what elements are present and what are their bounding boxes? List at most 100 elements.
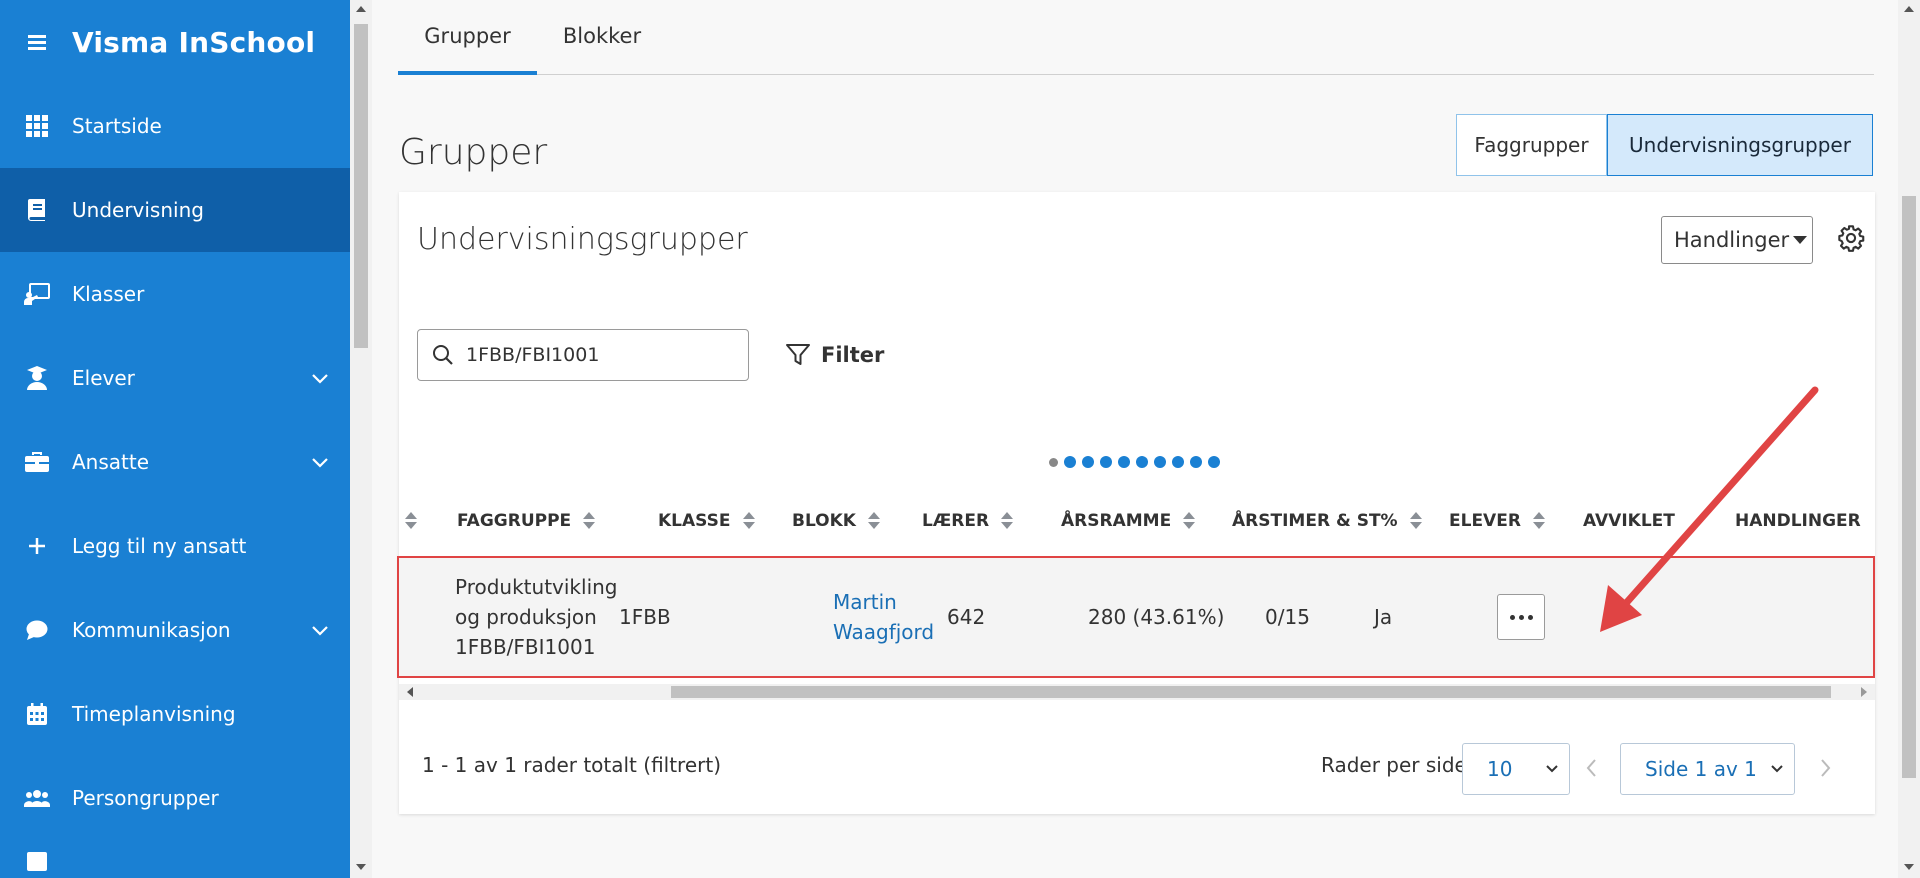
cell-elever: 0/15 bbox=[1265, 605, 1310, 629]
sidebar-item-label: Elever bbox=[72, 366, 135, 390]
scroll-right-icon[interactable] bbox=[1861, 687, 1867, 697]
pager-dot[interactable] bbox=[1136, 456, 1148, 468]
teacher-line: Martin bbox=[833, 590, 897, 614]
column-header-laerer[interactable]: LÆRER bbox=[922, 492, 1014, 550]
search-field[interactable] bbox=[417, 329, 749, 381]
plus-icon bbox=[24, 533, 50, 559]
pager-dot[interactable] bbox=[1118, 456, 1130, 468]
column-header-faggruppe[interactable]: FAGGRUPPE bbox=[457, 492, 596, 550]
teacher-link[interactable]: Martin Waagfjord bbox=[833, 587, 934, 647]
gear-icon[interactable] bbox=[1837, 224, 1865, 252]
scroll-left-icon[interactable] bbox=[407, 687, 413, 697]
main-scrollbar[interactable] bbox=[1898, 0, 1920, 878]
column-header-elever[interactable]: ELEVER bbox=[1449, 492, 1545, 550]
scroll-up-icon[interactable] bbox=[356, 6, 366, 12]
sidebar-item-timeplanvisning[interactable]: Timeplanvisning bbox=[0, 672, 350, 756]
column-header-arstimer[interactable]: ÅRSTIMER & ST% bbox=[1232, 492, 1422, 550]
filter-icon bbox=[786, 344, 810, 365]
sidebar-item-legg-til-ny-ansatt[interactable]: Legg til ny ansatt bbox=[0, 504, 350, 588]
column-header-label: ÅRSTIMER & ST% bbox=[1232, 511, 1398, 531]
sidebar-scrollbar[interactable] bbox=[350, 0, 372, 878]
sidebar-item-label: Timeplanvisning bbox=[72, 702, 236, 726]
sidebar-item-ansatte[interactable]: Ansatte bbox=[0, 420, 350, 504]
rows-per-page-select[interactable]: 10 bbox=[1462, 743, 1570, 795]
column-header-handlinger: HANDLINGER bbox=[1735, 492, 1861, 550]
column-header-avviklet: AVVIKLET bbox=[1583, 492, 1675, 550]
table-horizontal-scrollbar[interactable] bbox=[399, 684, 1875, 700]
cell-klasse: 1FBB bbox=[619, 605, 671, 629]
tab-blokker[interactable]: Blokker bbox=[537, 0, 667, 75]
sidebar-item-cutoff[interactable] bbox=[0, 840, 350, 878]
scrollbar-thumb[interactable] bbox=[354, 24, 368, 348]
next-page-icon[interactable] bbox=[1813, 753, 1837, 783]
sidebar-item-persongrupper[interactable]: Persongrupper bbox=[0, 756, 350, 840]
chevron-down-icon[interactable] bbox=[310, 452, 330, 472]
sidebar-item-undervisning[interactable]: Undervisning bbox=[0, 168, 350, 252]
sort-icon[interactable] bbox=[1409, 512, 1422, 530]
search-icon bbox=[433, 345, 453, 365]
table-row[interactable]: Produktutvikling og produksjon 1FBB/FBI1… bbox=[399, 558, 1875, 676]
undervisningsgrupper-toggle[interactable]: Undervisningsgrupper bbox=[1607, 114, 1873, 176]
scroll-up-icon[interactable] bbox=[1904, 6, 1914, 12]
tab-grupper[interactable]: Grupper bbox=[398, 0, 537, 75]
tab-bar: Grupper Blokker bbox=[398, 0, 1874, 75]
column-header-label: HANDLINGER bbox=[1735, 511, 1861, 531]
sidebar-item-label: Undervisning bbox=[72, 198, 204, 222]
student-icon bbox=[24, 365, 50, 391]
sort-icon[interactable] bbox=[1183, 512, 1196, 530]
page-select[interactable]: Side 1 av 1 bbox=[1620, 743, 1795, 795]
column-header-arsramme[interactable]: ÅRSRAMME bbox=[1061, 492, 1196, 550]
hamburger-menu-icon[interactable] bbox=[26, 30, 50, 54]
scrollbar-thumb[interactable] bbox=[671, 686, 1831, 698]
actions-dropdown[interactable]: Handlinger bbox=[1661, 216, 1813, 264]
column-header-label: FAGGRUPPE bbox=[457, 511, 572, 531]
sort-icon[interactable] bbox=[583, 512, 596, 530]
main-content: Grupper Blokker Grupper Faggrupper Under… bbox=[372, 0, 1898, 878]
pager-dot[interactable] bbox=[1064, 456, 1076, 468]
sidebar-item-label: Persongrupper bbox=[72, 786, 219, 810]
filter-button[interactable]: Filter bbox=[785, 338, 884, 372]
sort-icon[interactable] bbox=[1532, 512, 1545, 530]
cell-avviklet: Ja bbox=[1374, 605, 1393, 629]
page-value: Side 1 av 1 bbox=[1645, 757, 1757, 781]
pager-dot[interactable] bbox=[1100, 456, 1112, 468]
column-header-label: ÅRSRAMME bbox=[1061, 511, 1172, 531]
pager-dot[interactable] bbox=[1082, 456, 1094, 468]
column-header-blokk[interactable]: BLOKK bbox=[792, 492, 880, 550]
rows-total: 1 - 1 av 1 rader totalt (filtrert) bbox=[422, 753, 722, 777]
table-header: FAGGRUPPE KLASSE BLOKK LÆRER ÅRSRAMME ÅR… bbox=[399, 492, 1875, 550]
prev-page-icon[interactable] bbox=[1580, 753, 1604, 783]
pager-dot[interactable] bbox=[1049, 457, 1058, 467]
sidebar-item-klasser[interactable]: Klasser bbox=[0, 252, 350, 336]
scroll-down-icon[interactable] bbox=[356, 864, 366, 870]
card-title: Undervisningsgrupper bbox=[417, 222, 748, 257]
pager-dot[interactable] bbox=[1190, 456, 1202, 468]
chevron-down-icon bbox=[1771, 765, 1783, 773]
chevron-down-icon[interactable] bbox=[310, 620, 330, 640]
sort-icon[interactable] bbox=[867, 512, 880, 530]
row-actions-button[interactable] bbox=[1497, 594, 1545, 640]
select-column-header bbox=[405, 492, 417, 550]
sidebar-item-elever[interactable]: Elever bbox=[0, 336, 350, 420]
pager-dot[interactable] bbox=[1154, 456, 1166, 468]
chevron-down-icon[interactable] bbox=[310, 368, 330, 388]
search-input[interactable] bbox=[466, 344, 726, 366]
scrollbar-thumb[interactable] bbox=[1902, 196, 1916, 778]
sort-icon[interactable] bbox=[742, 512, 755, 530]
sort-icon[interactable] bbox=[405, 512, 417, 530]
scroll-down-icon[interactable] bbox=[1904, 864, 1914, 870]
sidebar-item-kommunikasjon[interactable]: Kommunikasjon bbox=[0, 588, 350, 672]
sort-icon[interactable] bbox=[1001, 512, 1014, 530]
column-header-klasse[interactable]: KLASSE bbox=[658, 492, 755, 550]
faggruppe-line: Produktutvikling bbox=[455, 575, 618, 599]
column-header-label: KLASSE bbox=[658, 511, 731, 531]
pager-dot[interactable] bbox=[1172, 456, 1184, 468]
dot bbox=[1527, 614, 1533, 620]
people-icon bbox=[24, 785, 50, 811]
faggrupper-toggle[interactable]: Faggrupper bbox=[1456, 114, 1607, 176]
column-pager-dots[interactable] bbox=[1049, 455, 1226, 469]
sidebar-item-startside[interactable]: Startside bbox=[0, 84, 350, 168]
pager-dot[interactable] bbox=[1208, 456, 1220, 468]
sidebar-item-label: Startside bbox=[72, 114, 162, 138]
grid-icon bbox=[24, 113, 50, 139]
